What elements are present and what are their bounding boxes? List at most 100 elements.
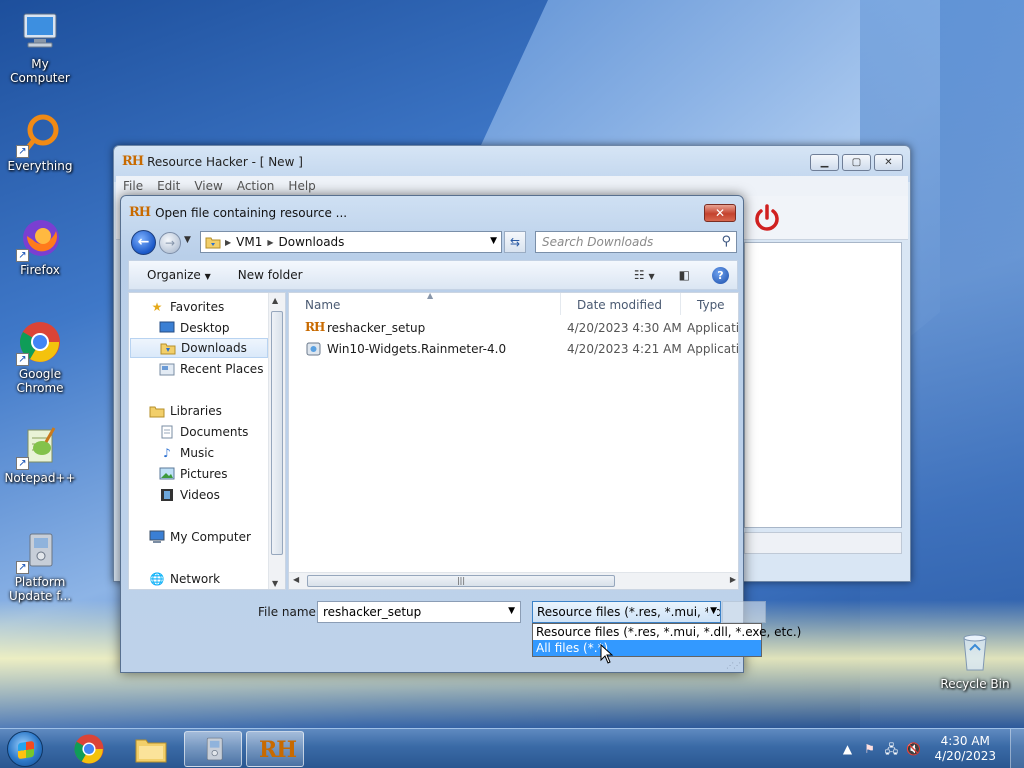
navigation-pane[interactable]: ★ Favorites Desktop Downloads Recent Plac… [128, 292, 286, 590]
file-row-win10-widgets[interactable]: Win10-Widgets.Rainmeter-4.0 4/20/2023 4:… [289, 339, 738, 359]
resource-hacker-logo-icon: RH [129, 205, 151, 220]
taskbar-explorer[interactable] [122, 731, 180, 767]
file-type-option-all-files[interactable]: All files (*.*) [533, 640, 761, 656]
rh-editor-panel[interactable] [744, 242, 902, 528]
power-icon[interactable] [752, 203, 782, 233]
everything-search-icon: ↗ [16, 112, 62, 158]
search-input[interactable]: Search Downloads ⚲ [535, 231, 737, 253]
resource-hacker-file-icon: RH [305, 320, 325, 334]
windows-logo-icon [18, 740, 34, 760]
taskbar-installer[interactable] [184, 731, 242, 767]
file-row-reshacker-setup[interactable]: RH reshacker_setup 4/20/2023 4:30 AM App… [289, 318, 738, 338]
file-list[interactable]: Name ▲ Date modified Type RH reshacker_s… [288, 292, 739, 590]
address-bar[interactable]: ▶ VM1 ▶ Downloads ▼ [200, 231, 502, 253]
organize-button[interactable]: Organize ▼ [129, 268, 226, 282]
desktop-icon-platform-update[interactable]: ↗ Platform Update f... [0, 528, 80, 603]
maximize-button[interactable]: ▢ [842, 154, 871, 171]
file-name-label: File name: [258, 605, 320, 619]
desktop-icon-google-chrome[interactable]: ↗ Google Chrome [0, 320, 80, 395]
desktop-icon-notepad-plus-plus[interactable]: ↗ Notepad++ [0, 424, 80, 485]
scroll-down-icon[interactable]: ▼ [272, 579, 278, 588]
menu-help[interactable]: Help [281, 176, 322, 196]
notepad-plus-plus-icon: ↗ [16, 424, 62, 470]
open-button[interactable] [722, 601, 766, 623]
help-button[interactable]: ? [712, 266, 729, 284]
taskbar-chrome[interactable] [60, 731, 118, 767]
forward-button[interactable]: → [159, 232, 181, 254]
nav-item-music[interactable]: ♪ Music [159, 443, 214, 463]
new-folder-button[interactable]: New folder [226, 268, 318, 282]
file-list-horizontal-scrollbar[interactable]: ◀ ||| ▶ [289, 572, 738, 589]
rh-window-title: Resource Hacker - [ New ] [147, 154, 303, 169]
nav-item-recent-places[interactable]: Recent Places [159, 359, 263, 379]
breadcrumb-vm1[interactable]: VM1 [231, 235, 267, 249]
chevron-down-icon[interactable]: ▼ [508, 606, 515, 616]
rh-status-bar [744, 532, 902, 554]
folder-icon [135, 739, 167, 763]
taskbar-resource-hacker[interactable]: RH [246, 731, 304, 767]
nav-item-pictures[interactable]: Pictures [159, 464, 228, 484]
nav-favorites[interactable]: ★ Favorites [149, 297, 225, 317]
recent-locations-dropdown[interactable]: ▼ [184, 235, 191, 245]
file-type-option-resource-files[interactable]: Resource files (*.res, *.mui, *.dll, *.e… [533, 624, 801, 640]
recent-places-icon [159, 362, 175, 376]
menu-action[interactable]: Action [230, 176, 282, 196]
computer-icon [149, 530, 165, 544]
dialog-close-button[interactable]: ✕ [704, 204, 736, 222]
desktop-icon-firefox[interactable]: ↗ Firefox [0, 216, 80, 277]
menu-view[interactable]: View [187, 176, 229, 196]
shortcut-arrow-icon: ↗ [16, 249, 29, 262]
nav-vertical-scrollbar[interactable]: ▲ ▼ [268, 293, 285, 589]
desktop-icon-my-computer[interactable]: My Computer [0, 10, 80, 85]
film-strip-icon [159, 488, 175, 502]
desktop-icon-everything[interactable]: ↗ Everything [0, 112, 80, 173]
menu-file[interactable]: File [116, 176, 150, 196]
clock[interactable]: 4:30 AM 4/20/2023 [924, 734, 1010, 764]
breadcrumb-separator-icon: ▶ [225, 237, 232, 247]
desktop-icon-recycle-bin[interactable]: Recycle Bin [935, 630, 1015, 691]
close-icon: ✕ [714, 206, 726, 220]
shortcut-arrow-icon: ↗ [16, 561, 29, 574]
network-icon[interactable]: 🖧 [883, 741, 899, 757]
column-header-name[interactable]: Name ▲ [289, 293, 561, 315]
menu-edit[interactable]: Edit [150, 176, 187, 196]
view-options-button[interactable]: ☷ ▼ [634, 268, 655, 282]
start-button[interactable] [7, 731, 43, 767]
show-hidden-icons-icon[interactable]: ▲ [839, 741, 855, 757]
breadcrumb-downloads[interactable]: Downloads [274, 235, 350, 249]
show-desktop-button[interactable] [1010, 729, 1024, 768]
file-type-dropdown-list[interactable]: Resource files (*.res, *.mui, *.dll, *.e… [532, 623, 801, 657]
volume-muted-icon[interactable]: 🔇 [905, 741, 921, 757]
file-type-select[interactable]: Resource files (*.res, *.mui, *.dll ▼ [532, 601, 721, 623]
nav-libraries[interactable]: Libraries [149, 401, 222, 421]
file-type-selected: Resource files (*.res, *.mui, *.dll [537, 605, 721, 619]
nav-my-computer[interactable]: My Computer [149, 527, 251, 547]
scroll-up-icon[interactable]: ▲ [272, 296, 278, 305]
refresh-button[interactable]: ⇆ [504, 231, 526, 253]
help-icon: ? [717, 268, 724, 282]
scroll-thumb[interactable]: ||| [307, 575, 615, 587]
address-dropdown-icon[interactable]: ▼ [490, 236, 497, 246]
column-header-date-modified[interactable]: Date modified [561, 293, 681, 315]
nav-network[interactable]: 🌐 Network [149, 569, 221, 589]
nav-item-videos[interactable]: Videos [159, 485, 220, 505]
column-header-type[interactable]: Type [681, 293, 738, 315]
minimize-button[interactable]: ▁ [810, 154, 839, 171]
network-globe-icon: 🌐 [149, 572, 165, 586]
close-button[interactable]: ✕ [874, 154, 903, 171]
nav-item-downloads[interactable]: Downloads [130, 338, 268, 358]
action-center-flag-icon[interactable]: ⚑ [861, 741, 877, 757]
nav-item-documents[interactable]: Documents [159, 422, 248, 442]
resize-grip-icon[interactable]: ⋰⋰ [726, 661, 741, 670]
scroll-left-icon[interactable]: ◀ [293, 575, 299, 584]
scroll-thumb[interactable] [271, 311, 283, 555]
scroll-right-icon[interactable]: ▶ [730, 575, 736, 584]
mouse-cursor-icon [600, 644, 614, 664]
chevron-down-icon: ▼ [204, 272, 211, 281]
open-file-dialog[interactable]: RH Open file containing resource ... ✕ ←… [120, 195, 801, 673]
nav-item-desktop[interactable]: Desktop [159, 318, 230, 338]
preview-pane-button[interactable]: ◧ [665, 268, 690, 282]
back-button[interactable]: ← [131, 230, 156, 255]
file-name-input[interactable]: reshacker_setup ▼ [317, 601, 521, 623]
firefox-icon: ↗ [16, 216, 62, 262]
